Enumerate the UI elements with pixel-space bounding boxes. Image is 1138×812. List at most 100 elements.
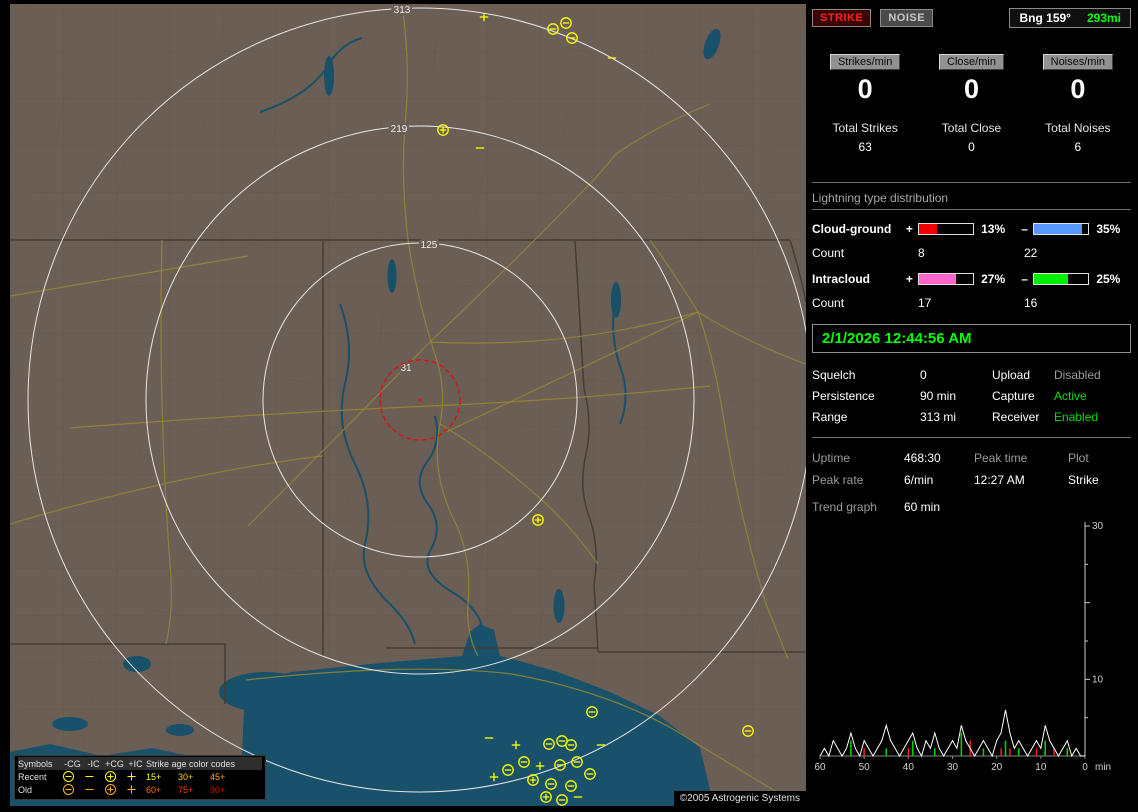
copyright-text: ©2005 Astrogenic Systems <box>673 791 806 806</box>
total-close-label: Total Close <box>941 121 1002 135</box>
cg-pos-pct: 13% <box>981 222 1006 236</box>
svg-text:40: 40 <box>903 762 915 773</box>
total-close-value: 0 <box>968 140 975 154</box>
svg-text:60: 60 <box>814 762 826 773</box>
ic-pos-bar <box>918 273 975 285</box>
legend-symbols-label: Symbols <box>18 758 53 769</box>
trend-graph-label: Trend graph <box>812 500 877 514</box>
trend-graph-row: Trend graph 60 min <box>812 500 1131 514</box>
cg-pos-symbol-icon <box>104 770 125 783</box>
cg-pos-bar <box>918 223 975 235</box>
ic-pos-pct: 27% <box>981 272 1006 286</box>
persistence-label: Persistence <box>812 389 875 403</box>
legend-col-cg-pos: +CG <box>105 758 124 769</box>
peak-time-value: 12:27 AM <box>974 473 1025 487</box>
plus-sign: + <box>905 272 913 286</box>
plus-sign: + <box>905 222 913 236</box>
total-strikes-label: Total Strikes <box>832 121 898 135</box>
legend-row-old: Old 60+ 75+ 90+ <box>18 783 262 796</box>
total-noises-label: Total Noises <box>1045 121 1111 135</box>
ic-neg-count: 16 <box>1024 296 1038 310</box>
minus-sign: – <box>1021 222 1028 236</box>
svg-text:313: 313 <box>394 5 411 16</box>
distribution-title: Lightning type distribution <box>812 191 1131 210</box>
bearing-display: Bng 159° 293mi <box>1009 8 1131 28</box>
legend-age-title: Strike age color codes <box>146 758 236 769</box>
strikes-per-min-box: Strikes/min 0 <box>812 54 918 105</box>
plot-label: Plot <box>1068 451 1089 465</box>
legend-col-ic-pos: +IC <box>128 758 143 769</box>
legend-col-ic-neg: -IC <box>87 758 100 769</box>
receiver-value: Enabled <box>1054 410 1099 424</box>
cg-neg-symbol-icon <box>62 770 83 783</box>
total-strikes-value: 63 <box>858 140 872 154</box>
minus-sign: – <box>1021 272 1028 286</box>
capture-value: Active <box>1054 389 1087 403</box>
status-table: Squelch 0 Upload Disabled Persistence 90… <box>812 368 1131 424</box>
capture-label: Capture <box>992 389 1035 403</box>
receiver-label: Receiver <box>992 410 1040 424</box>
cg-neg-count: 22 <box>1024 246 1038 260</box>
upload-label: Upload <box>992 368 1031 382</box>
age-75: 75+ <box>178 784 194 795</box>
cg-neg-pct: 35% <box>1096 222 1121 236</box>
strikes-per-min-value: 0 <box>857 74 873 104</box>
ic-pos-symbol-old-icon <box>125 783 146 796</box>
legend-recent-label: Recent <box>18 771 47 782</box>
strike-mode-button[interactable]: STRIKE <box>812 9 872 27</box>
peak-rate-label: Peak rate <box>812 473 864 487</box>
svg-text:125: 125 <box>421 240 438 251</box>
cg-pos-count: 8 <box>918 246 925 260</box>
noise-mode-button[interactable]: NOISE <box>880 9 934 27</box>
stats-table: Uptime 468:30 Peak time Plot Peak rate 6… <box>812 451 1131 487</box>
svg-text:0: 0 <box>1082 762 1088 773</box>
age-30: 30+ <box>178 771 194 782</box>
ic-neg-symbol-icon <box>83 770 104 783</box>
ic-neg-bar <box>1033 273 1090 285</box>
peak-rate-value: 6/min <box>904 473 934 487</box>
noises-per-min-button[interactable]: Noises/min <box>1042 54 1114 70</box>
uptime-value: 468:30 <box>904 451 941 465</box>
close-per-min-box: Close/min 0 <box>918 54 1024 105</box>
upload-value: Disabled <box>1054 368 1101 382</box>
svg-text:10: 10 <box>1035 762 1047 773</box>
mode-row: STRIKE NOISE Bng 159° 293mi <box>812 8 1131 28</box>
bearing-value: Bng 159° <box>1019 11 1071 25</box>
trend-graph-chart: 30 10 60 50 40 30 20 10 0 min <box>814 521 1111 773</box>
age-15: 15+ <box>146 771 162 782</box>
count-label: Count <box>812 246 845 260</box>
ic-neg-pct: 25% <box>1096 272 1121 286</box>
map-legend: Symbols -CG -IC +CG +IC Strike age color… <box>14 755 266 800</box>
rate-boxes: Strikes/min 0 Close/min 0 Noises/min 0 <box>812 54 1131 105</box>
close-per-min-value: 0 <box>963 74 979 104</box>
cloud-ground-count-row: Count 8 22 <box>812 246 1131 260</box>
age-60: 60+ <box>146 784 162 795</box>
strike-map[interactable]: 313 219 125 31 Symbols -CG -IC +CG +IC Stri… <box>10 4 806 806</box>
svg-text:min: min <box>1095 762 1111 773</box>
squelch-label: Squelch <box>812 368 856 382</box>
svg-text:30: 30 <box>1092 521 1104 532</box>
svg-text:50: 50 <box>859 762 871 773</box>
svg-text:30: 30 <box>947 762 959 773</box>
range-value: 313 mi <box>920 410 957 424</box>
cg-pos-symbol-old-icon <box>104 783 125 796</box>
total-noises-value: 6 <box>1074 140 1082 154</box>
range-label: Range <box>812 410 848 424</box>
count-label: Count <box>812 296 845 310</box>
cg-neg-symbol-old-icon <box>62 783 83 796</box>
legend-old-label: Old <box>18 784 33 795</box>
svg-text:20: 20 <box>991 762 1003 773</box>
peak-time-label: Peak time <box>974 451 1028 465</box>
age-45: 45+ <box>210 771 226 782</box>
cloud-ground-row: Cloud-ground + 13% – 35% <box>812 222 1131 236</box>
totals-row: Total Strikes 63 Total Close 0 Total Noise… <box>812 121 1131 154</box>
strikes-per-min-button[interactable]: Strikes/min <box>829 54 901 70</box>
svg-text:10: 10 <box>1092 674 1104 685</box>
legend-row-recent: Recent 15+ 30+ 45+ <box>18 770 262 783</box>
close-per-min-button[interactable]: Close/min <box>939 54 1004 70</box>
squelch-value: 0 <box>920 368 927 382</box>
plot-value: Strike <box>1068 473 1099 487</box>
intracloud-row: Intracloud + 27% – 25% <box>812 272 1131 286</box>
legend-header: Symbols -CG -IC +CG +IC Strike age color… <box>18 757 262 770</box>
legend-col-cg-neg: -CG <box>64 758 81 769</box>
